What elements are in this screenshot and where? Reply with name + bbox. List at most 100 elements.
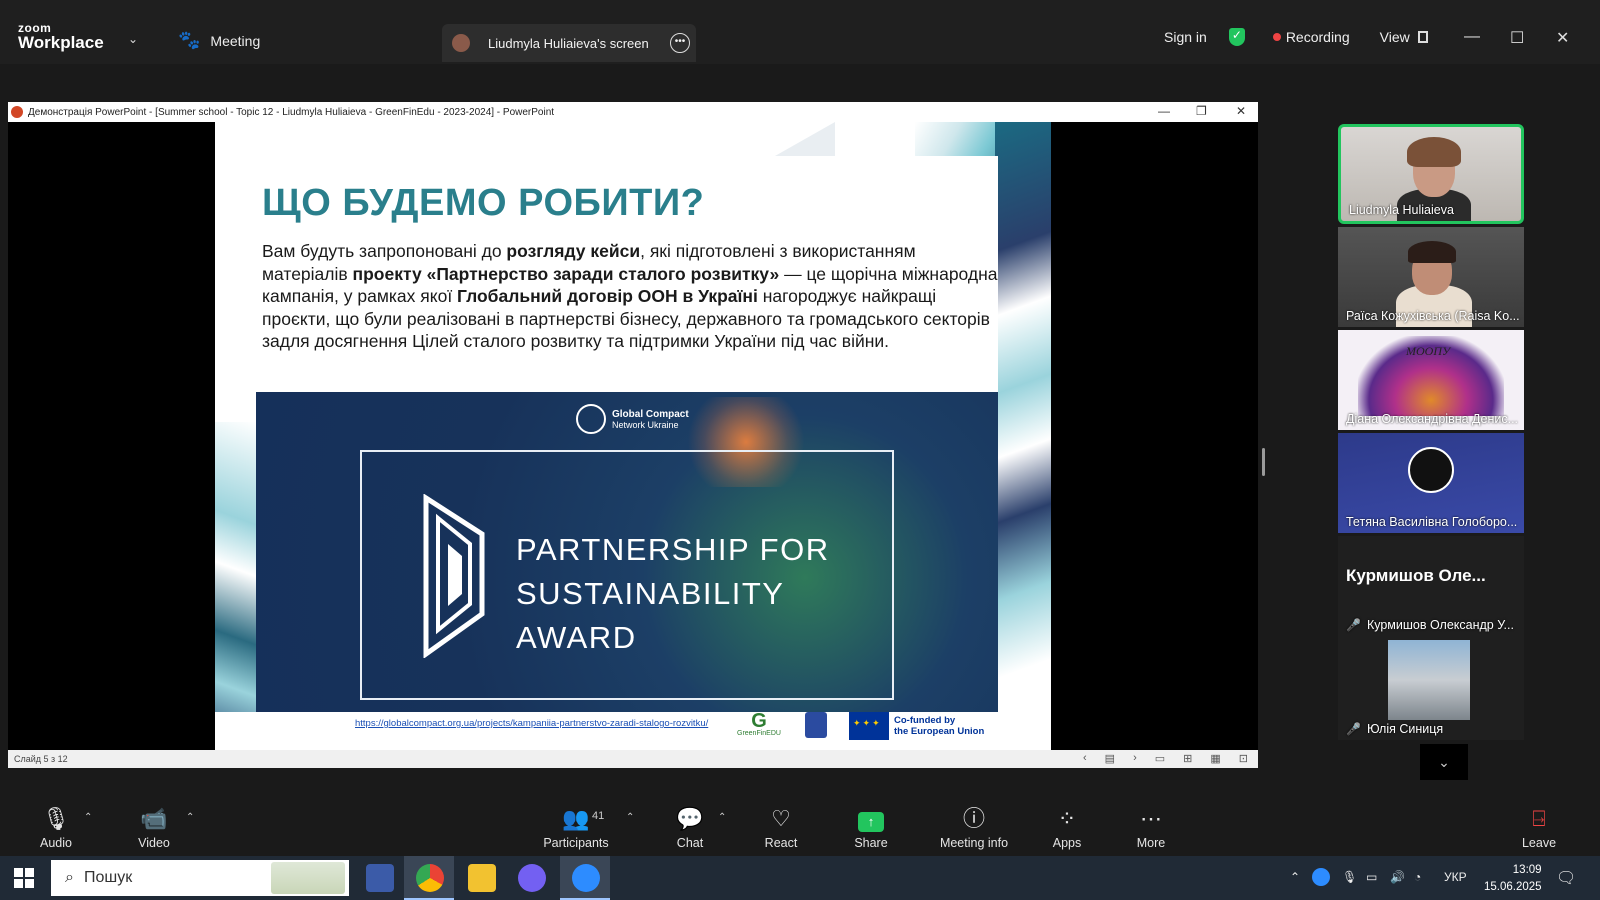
eu-logo: Co-funded by the European Union [849, 712, 984, 740]
slide-sorter-icon[interactable]: ⊞ [1183, 752, 1192, 765]
slideshow-icon[interactable]: ⊡ [1239, 752, 1248, 765]
zoom-tray-icon[interactable] [1312, 868, 1330, 886]
ppt-title-bar: Демонстрація PowerPoint - [Summer school… [8, 102, 1258, 122]
search-icon: ⌕ [65, 869, 74, 886]
chrome-icon[interactable] [416, 864, 444, 892]
participant-tile[interactable]: МООПУ Діана Олександрівна Денис... [1338, 330, 1524, 430]
microphone-tray-icon[interactable]: 🎙 [1342, 870, 1357, 884]
video-camera-icon: 📹 [140, 806, 168, 831]
gc-logo-line1: Global Compact [612, 408, 689, 420]
gc-logo-line2: Network Ukraine [612, 419, 679, 430]
ppt-close-icon[interactable]: ✕ [1236, 104, 1246, 118]
view-layout-icon[interactable] [1417, 31, 1428, 43]
arc-de-triomphe-avatar [1388, 640, 1470, 720]
input-language[interactable]: УКР [1444, 870, 1467, 884]
meeting-button[interactable]: 🐾 Meeting [178, 30, 260, 51]
recording-dot-icon [1272, 33, 1281, 41]
powerpoint-window: Демонстрація PowerPoint - [Summer school… [8, 102, 1258, 768]
zoom-app-icon[interactable] [572, 864, 600, 892]
slide-hyperlink[interactable]: https://globalcompact.org.ua/projects/ka… [355, 718, 708, 729]
recording-indicator[interactable]: Recording [1286, 29, 1350, 45]
ppt-restore-icon[interactable]: ❐ [1196, 104, 1207, 118]
tray-expand-icon[interactable]: ⌃ [1290, 870, 1300, 884]
participant-tile[interactable]: Курмишов Оле... 🎤 Курмишов Олександр У... [1338, 536, 1524, 636]
taskbar-clock[interactable]: 13:09 15.06.2025 [1484, 862, 1542, 896]
audio-button[interactable]: 🎙 Audio [36, 806, 76, 850]
chat-button[interactable]: 💬 Chat [672, 806, 708, 850]
participant-name: Діана Олександрівна Денис... [1346, 412, 1519, 426]
minimize-icon[interactable]: — [1464, 28, 1480, 46]
sign-in-link[interactable]: Sign in [1164, 29, 1207, 45]
participant-name: Liudmyla Huliaieva [1349, 203, 1454, 217]
share-button[interactable]: ↑ Share [850, 806, 892, 850]
greenfinedu-logo: G GreenFinEDU [737, 710, 781, 737]
audio-options-caret[interactable]: ⌃ [84, 812, 92, 823]
participant-hair [1408, 241, 1456, 263]
award-emblem-icon [423, 494, 485, 658]
prev-slide-icon[interactable]: ‹ [1083, 752, 1087, 765]
apps-button[interactable]: ⁘ Apps [1050, 806, 1084, 850]
meeting-icon: 🐾 [178, 30, 201, 50]
network-icon[interactable]: ◔ [1414, 870, 1421, 884]
slide-decor-shape [995, 122, 1051, 750]
video-options-caret[interactable]: ⌃ [186, 812, 194, 823]
security-shield-icon[interactable] [1228, 28, 1245, 46]
shared-screen-label: Liudmyla Huliaieva's screen [488, 35, 649, 51]
file-explorer-icon[interactable] [468, 864, 496, 892]
scroll-down-icon[interactable]: ⌄ [1420, 744, 1468, 780]
meeting-label: Meeting [210, 32, 261, 49]
zoom-top-bar: zoom Workplace ⌄ 🐾 Meeting Liudmyla Huli… [0, 0, 1600, 64]
microphone-icon: 🎙 [42, 806, 70, 831]
search-highlight-image [271, 862, 345, 894]
share-screen-icon: ↑ [858, 812, 884, 832]
close-icon[interactable]: ✕ [1556, 28, 1569, 48]
slides-menu-icon[interactable]: ▤ [1105, 752, 1115, 765]
panel-splitter-handle[interactable] [1262, 448, 1265, 476]
global-compact-logo: Global Compact Network Ukraine [576, 404, 689, 434]
chevron-down-icon[interactable]: ⌄ [128, 32, 138, 46]
more-icon: ⋯ [1140, 806, 1162, 831]
university-logo [805, 712, 827, 738]
maximize-icon[interactable]: ☐ [1510, 28, 1524, 48]
ppt-minimize-icon[interactable]: — [1158, 104, 1170, 118]
more-options-icon[interactable]: ••• [670, 33, 690, 53]
video-button[interactable]: 📹 Video [132, 806, 176, 850]
participant-name: Раїса Кожухівська (Raisa Ko... [1346, 309, 1520, 323]
mic-muted-icon: 🎤 [1346, 618, 1361, 632]
participant-tile[interactable]: Liudmyla Huliaieva [1338, 124, 1524, 224]
zoom-logo: zoom Workplace [18, 21, 104, 52]
save-app-icon[interactable] [366, 864, 394, 892]
chat-options-caret[interactable]: ⌃ [718, 812, 726, 823]
award-frame: PARTNERSHIP FOR SUSTAINABILITY AWARD [360, 450, 894, 700]
info-icon: ⓘ [962, 806, 985, 831]
leave-door-icon: ⍈ [1532, 806, 1546, 831]
react-button[interactable]: ♡ React [760, 806, 802, 850]
reading-view-icon[interactable]: ▦ [1210, 752, 1220, 765]
eu-flag-icon [849, 712, 889, 740]
slide: ЩО БУДЕМО РОБИТИ? Вам будуть запропонова… [215, 122, 1051, 750]
notifications-icon[interactable]: 🗨 [1556, 868, 1576, 888]
participant-tile[interactable]: 🎤 Юлія Синиця [1338, 636, 1524, 740]
globe-icon [576, 404, 606, 434]
viber-icon[interactable] [518, 864, 546, 892]
participants-options-caret[interactable]: ⌃ [626, 812, 634, 823]
windows-start-icon[interactable] [14, 868, 34, 888]
taskbar-search-input[interactable]: ⌕ Пошук [51, 860, 349, 896]
next-slide-icon[interactable]: › [1133, 752, 1137, 765]
participant-tile[interactable]: Тетяна Василівна Голоборо... [1338, 433, 1524, 533]
leave-button[interactable]: ⍈ Leave [1520, 806, 1558, 850]
battery-icon[interactable]: ▭ [1366, 870, 1377, 884]
normal-view-icon[interactable]: ▭ [1155, 752, 1165, 765]
volume-icon[interactable]: 🔊 [1390, 870, 1405, 884]
award-title: PARTNERSHIP FOR SUSTAINABILITY AWARD [516, 532, 830, 655]
meeting-info-button[interactable]: ⓘ Meeting info [936, 806, 1012, 850]
slide-counter: Слайд 5 з 12 [14, 754, 68, 764]
participant-tile[interactable]: Раїса Кожухівська (Raisa Ko... [1338, 227, 1524, 327]
more-button[interactable]: ⋯ More [1134, 806, 1168, 850]
chat-icon: 💬 [676, 806, 704, 831]
view-button[interactable]: View [1380, 29, 1410, 45]
slide-title: ЩО БУДЕМО РОБИТИ? [262, 182, 705, 224]
search-placeholder: Пошук [83, 869, 133, 886]
shared-screen-tab[interactable]: Liudmyla Huliaieva's screen ••• [442, 24, 696, 62]
slide-decor-shape [215, 422, 256, 750]
